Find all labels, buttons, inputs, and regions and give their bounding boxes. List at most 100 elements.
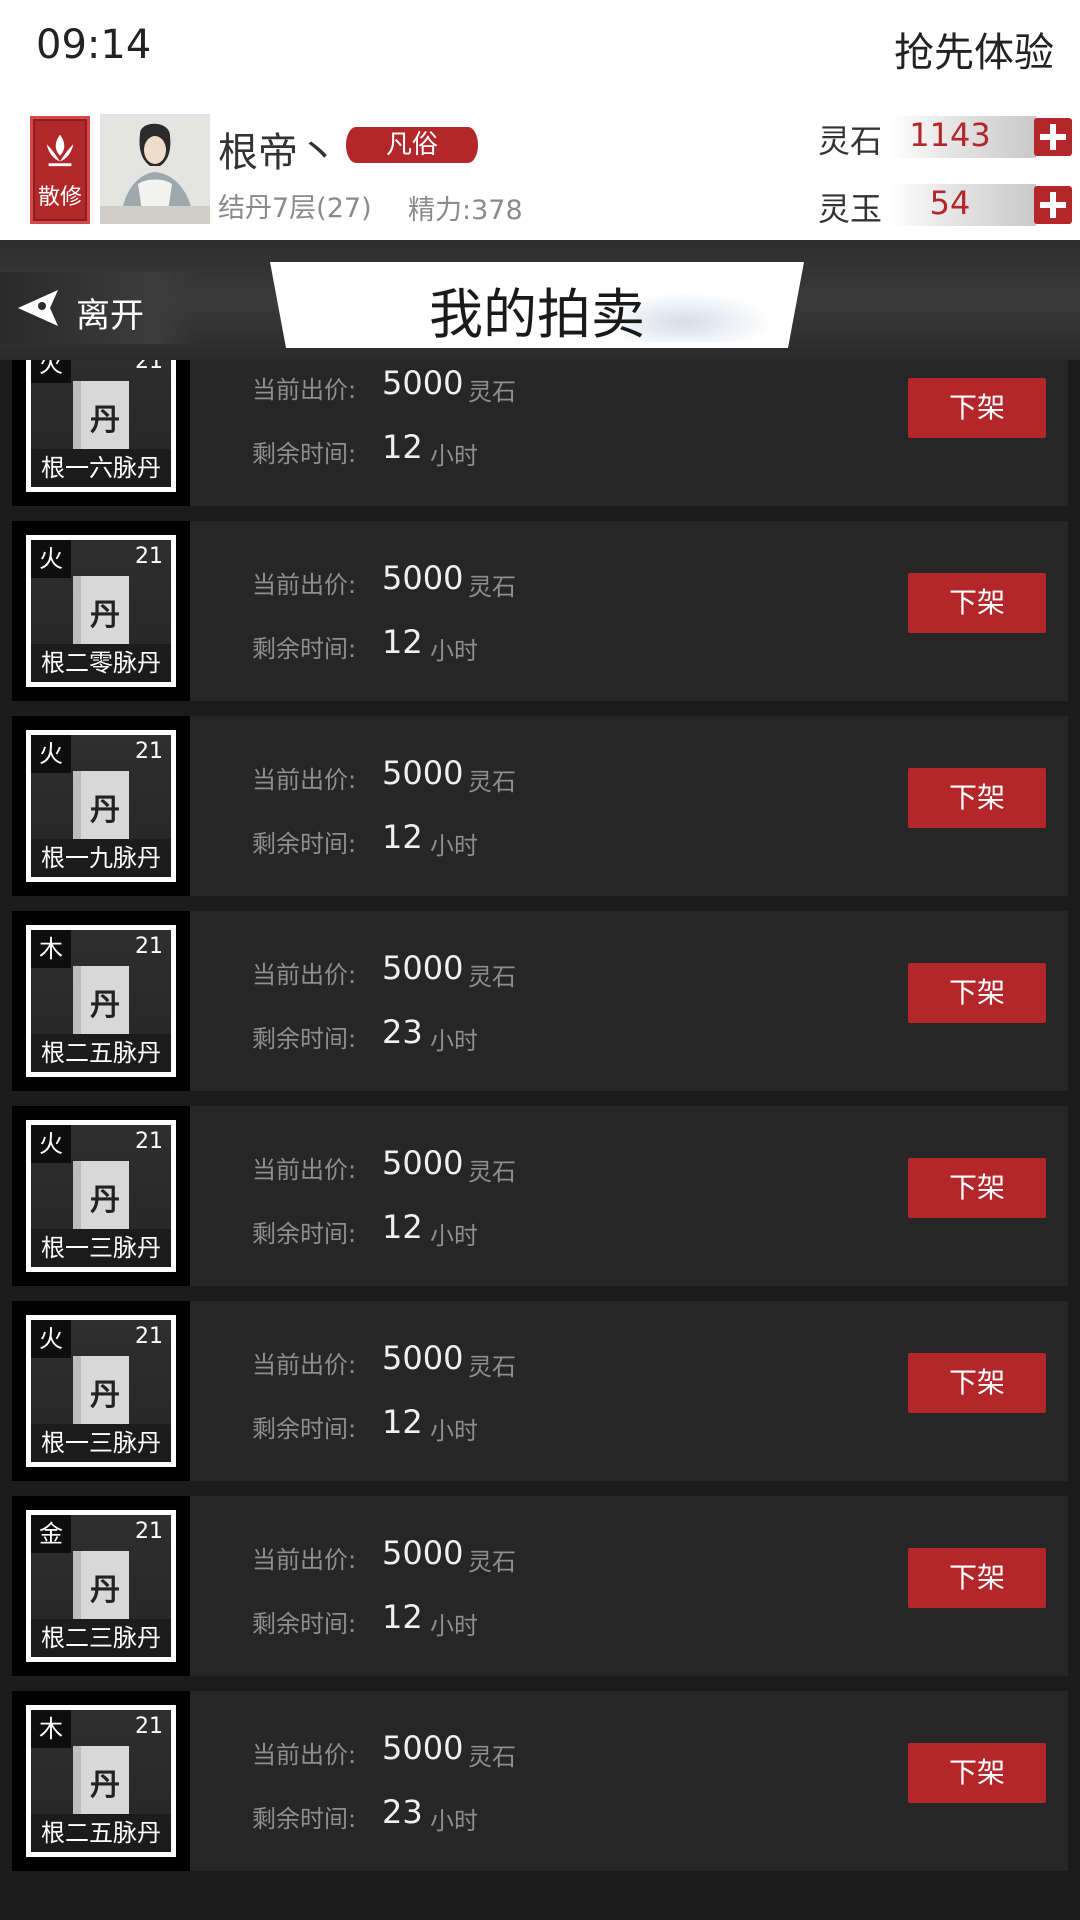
delist-button[interactable]: 下架 <box>908 963 1046 1023</box>
item-name: 根一三脉丹 <box>31 1229 171 1267</box>
auction-row: 金 21 丹 根二三脉丹 当前出价: 5000 灵石 剩余时间: 12 小时 下… <box>12 1496 1068 1676</box>
time-label: 剩余时间: <box>252 1805 357 1833</box>
time-label: 剩余时间: <box>252 1610 357 1638</box>
sect-name: 散修 <box>37 185 82 210</box>
element-tag: 火 <box>31 735 71 773</box>
pill-recipe-book-icon: 丹 <box>73 1551 129 1619</box>
add-spirit-jade-button[interactable] <box>1034 186 1072 224</box>
price-unit: 灵石 <box>468 768 516 796</box>
item-frame[interactable]: 火 21 丹 根一三脉丹 <box>26 1315 176 1467</box>
item-frame[interactable]: 火 21 丹 根二零脉丹 <box>26 535 176 687</box>
price-label: 当前出价: <box>252 1546 357 1574</box>
time-unit: 小时 <box>430 1222 478 1250</box>
rank-badge: 凡俗 <box>346 127 478 163</box>
delist-button[interactable]: 下架 <box>908 1743 1046 1803</box>
item-frame[interactable]: 火 21 丹 根一六脉丹 <box>26 360 176 492</box>
book-glyph: 丹 <box>90 598 120 633</box>
time-unit: 小时 <box>430 1807 478 1835</box>
book-glyph: 丹 <box>90 988 120 1023</box>
price-value: 5000 <box>382 559 464 597</box>
pill-recipe-book-icon: 丹 <box>73 1746 129 1814</box>
item-frame[interactable]: 木 21 丹 根二五脉丹 <box>26 925 176 1077</box>
item-name: 根一三脉丹 <box>31 1424 171 1462</box>
time-value: 23 <box>382 1013 423 1051</box>
item-icon-box[interactable]: 金 21 丹 根二三脉丹 <box>12 1496 190 1676</box>
time-unit: 小时 <box>430 442 478 470</box>
price-label: 当前出价: <box>252 1351 357 1379</box>
time-value: 12 <box>382 1598 423 1636</box>
back-label[interactable]: 离开 <box>76 288 144 337</box>
item-frame[interactable]: 火 21 丹 根一九脉丹 <box>26 730 176 882</box>
auction-row: 火 21 丹 根一三脉丹 当前出价: 5000 灵石 剩余时间: 12 小时 下… <box>12 1301 1068 1481</box>
price-label: 当前出价: <box>252 766 357 794</box>
book-glyph: 丹 <box>90 403 120 438</box>
item-level: 21 <box>135 1129 163 1154</box>
clock: 09:14 <box>36 22 152 68</box>
time-label: 剩余时间: <box>252 440 357 468</box>
price-label: 当前出价: <box>252 571 357 599</box>
element-tag: 火 <box>31 360 71 383</box>
price-label: 当前出价: <box>252 1741 357 1769</box>
item-icon-box[interactable]: 木 21 丹 根二五脉丹 <box>12 911 190 1091</box>
price-value: 5000 <box>382 1729 464 1767</box>
item-frame[interactable]: 金 21 丹 根二三脉丹 <box>26 1510 176 1662</box>
spirit-jade-label: 灵玉 <box>818 190 883 228</box>
price-value: 5000 <box>382 754 464 792</box>
item-frame[interactable]: 火 21 丹 根一三脉丹 <box>26 1120 176 1272</box>
lotus-emblem-icon <box>46 134 74 167</box>
delist-button[interactable]: 下架 <box>908 1548 1046 1608</box>
item-icon-box[interactable]: 火 21 丹 根一九脉丹 <box>12 716 190 896</box>
time-label: 剩余时间: <box>252 1415 357 1443</box>
back-arrow-icon[interactable] <box>16 288 60 328</box>
price-value: 5000 <box>382 949 464 987</box>
item-level: 21 <box>135 360 163 374</box>
element-tag: 木 <box>31 930 71 968</box>
item-icon-box[interactable]: 火 21 丹 根一三脉丹 <box>12 1301 190 1481</box>
book-glyph: 丹 <box>90 793 120 828</box>
item-level: 21 <box>135 544 163 569</box>
delist-button[interactable]: 下架 <box>908 1353 1046 1413</box>
delist-button[interactable]: 下架 <box>908 378 1046 438</box>
time-label: 剩余时间: <box>252 635 357 663</box>
spirit-stone-label: 灵石 <box>818 122 883 160</box>
delist-button[interactable]: 下架 <box>908 1158 1046 1218</box>
auction-row: 火 21 丹 根一三脉丹 当前出价: 5000 灵石 剩余时间: 12 小时 下… <box>12 1106 1068 1286</box>
pill-recipe-book-icon: 丹 <box>73 966 129 1034</box>
item-frame[interactable]: 木 21 丹 根二五脉丹 <box>26 1705 176 1857</box>
price-value: 5000 <box>382 364 464 402</box>
time-unit: 小时 <box>430 1027 478 1055</box>
add-spirit-stone-button[interactable] <box>1034 118 1072 156</box>
time-unit: 小时 <box>430 1417 478 1445</box>
time-value: 12 <box>382 1403 423 1441</box>
pill-recipe-book-icon: 丹 <box>73 771 129 839</box>
item-icon-box[interactable]: 火 21 丹 根一三脉丹 <box>12 1106 190 1286</box>
price-unit: 灵石 <box>468 1353 516 1381</box>
delist-button[interactable]: 下架 <box>908 768 1046 828</box>
item-icon-box[interactable]: 火 21 丹 根二零脉丹 <box>12 521 190 701</box>
price-unit: 灵石 <box>468 573 516 601</box>
delist-button[interactable]: 下架 <box>908 573 1046 633</box>
sect-badge[interactable]: 散修 <box>30 116 90 224</box>
element-tag: 金 <box>31 1515 71 1553</box>
price-unit: 灵石 <box>468 1158 516 1186</box>
auction-row: 火 21 丹 根一六脉丹 当前出价: 5000 灵石 剩余时间: 12 小时 下… <box>12 360 1068 506</box>
item-level: 21 <box>135 1324 163 1349</box>
avatar[interactable] <box>100 114 210 224</box>
price-value: 5000 <box>382 1339 464 1377</box>
item-name: 根二零脉丹 <box>31 644 171 682</box>
item-icon-box[interactable]: 木 21 丹 根二五脉丹 <box>12 1691 190 1871</box>
element-tag: 火 <box>31 1125 71 1163</box>
book-glyph: 丹 <box>90 1183 120 1218</box>
price-unit: 灵石 <box>468 1548 516 1576</box>
element-tag: 火 <box>31 540 71 578</box>
time-value: 12 <box>382 428 423 466</box>
item-name: 根二五脉丹 <box>31 1034 171 1072</box>
book-glyph: 丹 <box>90 1573 120 1608</box>
item-icon-box[interactable]: 火 21 丹 根一六脉丹 <box>12 360 190 506</box>
item-level: 21 <box>135 934 163 959</box>
avatar-portrait-icon <box>100 114 210 224</box>
price-label: 当前出价: <box>252 961 357 989</box>
item-level: 21 <box>135 739 163 764</box>
auction-row: 木 21 丹 根二五脉丹 当前出价: 5000 灵石 剩余时间: 23 小时 下… <box>12 911 1068 1091</box>
time-label: 剩余时间: <box>252 830 357 858</box>
